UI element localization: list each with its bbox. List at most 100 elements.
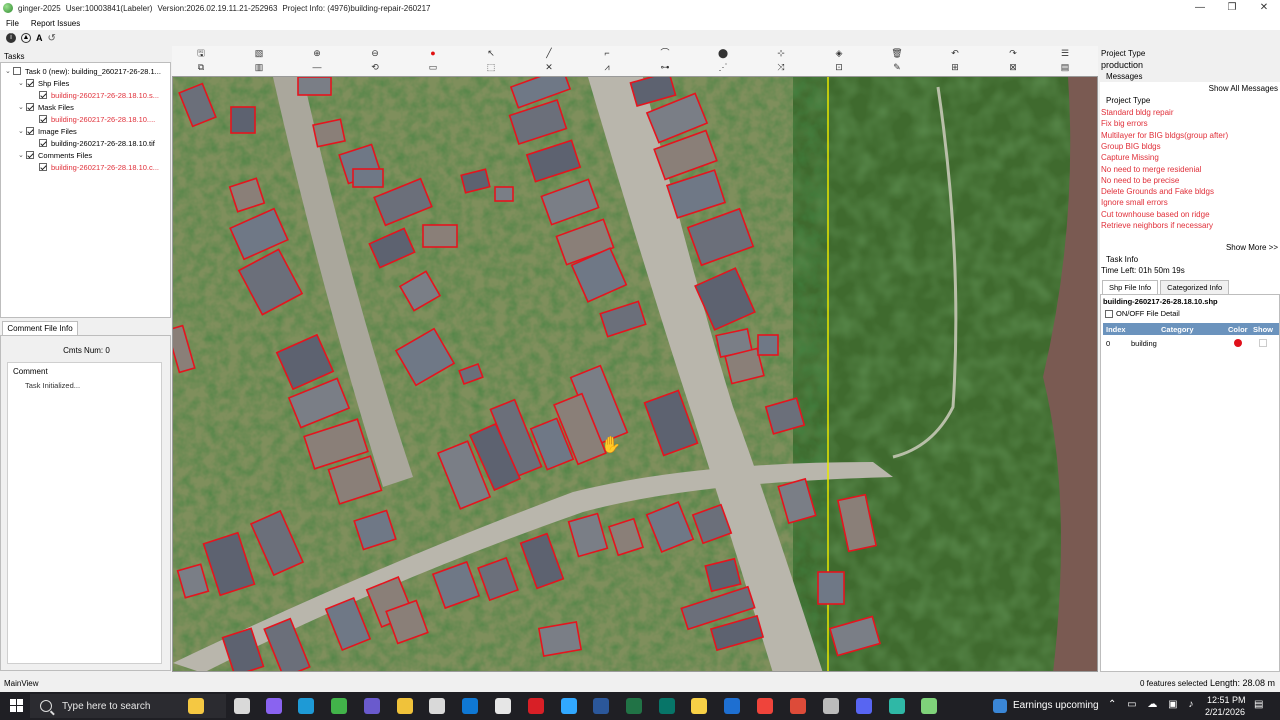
taskbar-date[interactable]: 2/21/2026 xyxy=(1205,707,1245,717)
split-icon[interactable]: ⊹ xyxy=(774,47,788,60)
store-icon[interactable] xyxy=(429,698,445,714)
tab-comment-file-info[interactable]: Comment File Info xyxy=(2,321,78,335)
screenshot-icon[interactable]: ▧ xyxy=(252,47,266,60)
panel-icon[interactable]: ▤ xyxy=(1058,61,1072,74)
tree-checkbox[interactable] xyxy=(39,115,47,123)
layer-icon[interactable]: ▥ xyxy=(252,61,266,74)
publisher-icon[interactable] xyxy=(659,698,675,714)
tree-checkbox[interactable] xyxy=(26,103,34,111)
building-polygon[interactable] xyxy=(422,224,458,248)
acrobat-icon[interactable] xyxy=(528,698,544,714)
undo-icon[interactable]: ↶ xyxy=(948,47,962,60)
copilot-icon[interactable] xyxy=(266,698,282,714)
redo-icon[interactable]: ↷ xyxy=(1006,47,1020,60)
record-icon[interactable]: ● xyxy=(426,47,440,60)
tree-item[interactable]: ⌄ Comments Files xyxy=(18,149,92,161)
onoff-file-detail[interactable]: ON/OFF File Detail xyxy=(1105,309,1180,318)
rotate-icon[interactable]: ⟲ xyxy=(368,61,382,74)
building-polygon[interactable] xyxy=(817,571,845,605)
draw-line-icon[interactable]: ╱ xyxy=(542,47,556,60)
weather-icon[interactable] xyxy=(993,699,1007,713)
menu-file[interactable]: File xyxy=(6,19,19,28)
notification-icon[interactable]: ▤ xyxy=(1254,699,1263,710)
tree-item[interactable]: ⌄ Shp Files xyxy=(18,77,69,89)
building-polygon[interactable] xyxy=(757,334,779,356)
zoom-out-icon[interactable]: ⊖ xyxy=(368,47,382,60)
tab-shp-file-info[interactable]: Shp File Info xyxy=(1102,280,1159,294)
ginger-app-icon[interactable] xyxy=(921,698,937,714)
show-all-messages-link[interactable]: Show All Messages xyxy=(1209,84,1278,93)
building-polygon[interactable] xyxy=(230,106,256,134)
anydesk-icon[interactable] xyxy=(757,698,773,714)
taskbar-time[interactable]: 12:51 PM xyxy=(1207,695,1246,705)
teams-icon[interactable] xyxy=(364,698,380,714)
expand-arrow-icon[interactable]: ⌄ xyxy=(18,151,26,159)
discord-icon[interactable] xyxy=(856,698,872,714)
tree-item[interactable]: building-260217-26-28.18.10.tif xyxy=(31,137,155,149)
tree-checkbox[interactable] xyxy=(26,79,34,87)
show-checkbox[interactable] xyxy=(1259,339,1267,347)
show-more-link[interactable]: Show More >> xyxy=(1226,243,1278,252)
expand-arrow-icon[interactable]: ⌄ xyxy=(5,67,13,75)
explorer-icon[interactable] xyxy=(397,698,413,714)
zoom-in-icon[interactable]: ⊕ xyxy=(310,47,324,60)
building-polygon[interactable] xyxy=(352,168,384,188)
expand-arrow-icon[interactable]: ⌄ xyxy=(18,103,26,111)
taskbar-news[interactable]: Earnings upcoming xyxy=(1013,700,1099,711)
word-icon[interactable] xyxy=(593,698,609,714)
close-button[interactable]: ✕ xyxy=(1248,0,1280,16)
curve-icon[interactable]: ⌒ xyxy=(658,47,672,60)
branch-icon[interactable]: ⤨ xyxy=(774,61,788,74)
frame-icon[interactable]: ⊠ xyxy=(1006,61,1020,74)
delete-icon[interactable]: 🗑 xyxy=(890,47,904,60)
edit-icon[interactable]: ✎ xyxy=(890,61,904,74)
tools-icon[interactable]: ⩘ xyxy=(600,61,614,74)
onoff-checkbox[interactable] xyxy=(1105,309,1113,318)
box-icon[interactable]: ▭ xyxy=(426,61,440,74)
task-view-icon[interactable] xyxy=(234,698,250,714)
tree-checkbox[interactable] xyxy=(39,91,47,99)
comment-item[interactable]: Task Initialized... xyxy=(25,381,80,390)
color-swatch[interactable] xyxy=(1234,339,1242,347)
minus-icon[interactable]: — xyxy=(310,61,324,74)
menu-report-issues[interactable]: Report Issues xyxy=(31,19,80,28)
system-tray-icons[interactable]: ⌃ ▭ ☁ ▣ ♪ xyxy=(1108,699,1197,710)
building-polygon[interactable] xyxy=(312,118,346,148)
tree-checkbox[interactable] xyxy=(26,151,34,159)
calculator-icon[interactable] xyxy=(823,698,839,714)
tree-checkbox[interactable] xyxy=(39,163,47,171)
tree-checkbox[interactable] xyxy=(39,139,47,147)
text-icon[interactable]: A xyxy=(36,33,43,43)
chrome-icon[interactable] xyxy=(790,698,806,714)
marker-icon[interactable]: ⬤ xyxy=(716,47,730,60)
dots-icon[interactable]: ⋰ xyxy=(716,61,730,74)
refresh-icon[interactable]: ↺ xyxy=(48,33,56,44)
remote-icon[interactable] xyxy=(724,698,740,714)
expand-arrow-icon[interactable]: ⌄ xyxy=(18,127,26,135)
app-icon[interactable] xyxy=(495,698,511,714)
edge-icon[interactable] xyxy=(298,698,314,714)
select-box-icon[interactable]: ⬚ xyxy=(484,61,498,74)
tree-item[interactable]: ⌄ Task 0 (new): building_260217-26-28.1..… xyxy=(5,65,161,77)
tree-item[interactable]: building-260217-26-28.18.10.c... xyxy=(31,161,159,173)
add-box-icon[interactable]: ⊞ xyxy=(948,61,962,74)
maximize-button[interactable]: ❐ xyxy=(1216,0,1248,16)
minimize-button[interactable]: — xyxy=(1184,0,1216,16)
tab-categorized-info[interactable]: Categorized Info xyxy=(1160,280,1230,294)
node-icon[interactable]: ⊶ xyxy=(658,61,672,74)
sticky-notes-icon[interactable] xyxy=(691,698,707,714)
building-polygon[interactable] xyxy=(297,77,332,96)
building-polygon[interactable] xyxy=(494,186,514,202)
tree-item[interactable]: building-260217-26-28.18.10.s... xyxy=(31,89,159,101)
windows-start-button[interactable] xyxy=(10,699,24,713)
aerial-image-canvas[interactable]: ✋ xyxy=(173,77,1098,672)
table-row[interactable]: 0 building xyxy=(1103,337,1279,349)
select-icon[interactable]: ↖ xyxy=(484,47,498,60)
info-icon[interactable]: i xyxy=(6,33,16,43)
tree-item[interactable]: building-260217-26-28.18.10.... xyxy=(31,113,155,125)
fill-icon[interactable]: ◈ xyxy=(832,47,846,60)
photoshop-icon[interactable] xyxy=(561,698,577,714)
tree-checkbox[interactable] xyxy=(13,67,21,75)
cut-icon[interactable]: ✕ xyxy=(542,61,556,74)
up-icon[interactable]: ▲ xyxy=(21,33,31,43)
